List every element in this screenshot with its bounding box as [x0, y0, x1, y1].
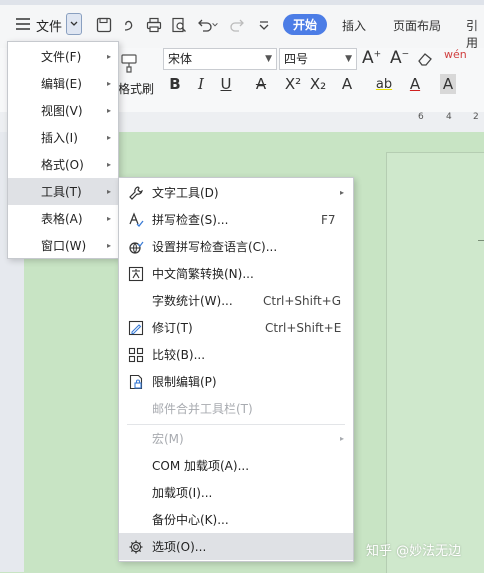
print-icon[interactable] [143, 14, 165, 36]
tools-item-options[interactable]: 选项(O)... [119, 533, 353, 560]
tools-item-spell-language[interactable]: 设置拼写检查语言(C)... [119, 233, 353, 260]
tools-item-track-changes[interactable]: 修订(T) Ctrl+Shift+E [119, 314, 353, 341]
file-dropdown-button[interactable] [66, 13, 82, 35]
font-color-icon[interactable]: A [406, 74, 424, 94]
gear-icon [128, 539, 144, 555]
tab-page-layout[interactable]: 页面布局 [393, 17, 441, 34]
tools-submenu: 文字工具(D) ▸ 拼写检查(S)... F7 设置拼写检查语言(C)... 中… [118, 177, 354, 562]
watermark: 知乎 @妙法无边 [366, 544, 462, 559]
file-menu-item-tools[interactable]: 工具(T) ▸ [8, 178, 118, 205]
tools-item-text-tools[interactable]: 文字工具(D) ▸ [119, 179, 353, 206]
ruler-mark: 6 [418, 112, 424, 122]
format-painter-icon[interactable] [118, 52, 140, 74]
restrict-edit-icon [128, 374, 144, 390]
tab-strip [0, 0, 484, 5]
ruler-mark: 2 [473, 112, 479, 122]
chevron-right-icon: ▸ [107, 79, 112, 88]
undo-dropdown-icon[interactable] [210, 14, 220, 36]
tools-item-word-count[interactable]: 字数统计(W)... Ctrl+Shift+G [119, 287, 353, 314]
chevron-right-icon: ▸ [107, 106, 112, 115]
file-menu-item-insert[interactable]: 插入(I) ▸ [8, 124, 118, 151]
underline-icon[interactable]: U [217, 74, 235, 94]
spell-check-icon [128, 211, 144, 228]
strikethrough-icon[interactable]: A [252, 74, 270, 94]
page-margin-mark [478, 240, 484, 241]
tab-references[interactable]: 引用 [466, 17, 484, 51]
tools-item-mail-merge-toolbar: 邮件合并工具栏(T) [152, 402, 253, 416]
bold-icon[interactable]: B [166, 74, 184, 94]
file-menu-item-view[interactable]: 视图(V) ▸ [8, 97, 118, 124]
chevron-right-icon: ▸ [340, 188, 345, 197]
wrench-icon [128, 185, 144, 201]
save-icon[interactable] [93, 14, 115, 36]
chevron-right-icon: ▸ [107, 187, 112, 196]
chevron-down-icon [70, 21, 78, 26]
print-preview-icon[interactable] [168, 14, 190, 36]
compare-icon [128, 347, 144, 363]
shrink-font-icon[interactable]: A− [390, 48, 409, 68]
phonetic-guide-icon[interactable]: wén [444, 48, 467, 61]
tools-item-backup-center[interactable]: 备份中心(K)... [119, 506, 353, 533]
subscript-icon[interactable]: X₂ [309, 74, 327, 94]
file-menu-item-format[interactable]: 格式(O) ▸ [8, 151, 118, 178]
chevron-right-icon: ▸ [107, 52, 112, 61]
chevron-right-icon: ▸ [107, 133, 112, 142]
font-size-value: 四号 [284, 52, 309, 66]
superscript-icon[interactable]: X² [284, 74, 302, 94]
tools-item-compare[interactable]: 比较(B)... [119, 341, 353, 368]
track-changes-icon [128, 320, 144, 336]
tools-item-addins[interactable]: 加载项(I)... [119, 479, 353, 506]
file-menu-item-edit[interactable]: 编辑(E) ▸ [8, 70, 118, 97]
character-shading-icon[interactable]: A [440, 74, 456, 94]
tab-start[interactable]: 开始 [283, 14, 327, 35]
chevron-right-icon: ▸ [107, 214, 112, 223]
font-name-value: 宋体 [168, 52, 193, 66]
format-painter-label[interactable]: 格式刷 [118, 80, 154, 97]
tools-item-restrict-editing[interactable]: 限制编辑(P) [119, 368, 353, 395]
tools-item-spell-check[interactable]: 拼写检查(S)... F7 [119, 206, 353, 233]
tools-item-com-addins[interactable]: COM 加载项(A)... [119, 452, 353, 479]
hamburger-menu-icon[interactable] [14, 15, 32, 33]
chevron-down-icon[interactable]: ▼ [345, 49, 352, 69]
text-effect-icon[interactable]: A [338, 74, 356, 94]
file-menu-item-window[interactable]: 窗口(W) ▸ [8, 232, 118, 259]
file-menu: 文件(F) ▸ 编辑(E) ▸ 视图(V) ▸ 插入(I) ▸ 格式(O) ▸ 工具(T)… [7, 41, 119, 259]
document-page[interactable] [386, 152, 484, 573]
font-size-combo[interactable]: 四号 ▼ [279, 48, 357, 70]
globe-spell-icon [128, 239, 144, 255]
font-name-combo[interactable]: 宋体 ▼ [163, 48, 277, 70]
chevron-right-icon: ▸ [340, 434, 345, 443]
chevron-right-icon: ▸ [107, 160, 112, 169]
highlight-color-icon[interactable]: ab [372, 74, 396, 94]
chevron-down-icon[interactable]: ▼ [265, 49, 272, 69]
convert-chinese-icon [128, 266, 144, 282]
ruler-mark: 4 [446, 112, 452, 122]
clear-format-icon[interactable] [416, 50, 434, 68]
file-menu-item-file[interactable]: 文件(F) ▸ [8, 43, 118, 70]
tools-item-chinese-conversion[interactable]: 中文简繁转换(N)... [119, 260, 353, 287]
tools-item-macro: 宏(M) ▸ [152, 432, 345, 446]
quick-access-more-icon[interactable] [253, 14, 275, 36]
file-menu-item-table[interactable]: 表格(A) ▸ [8, 205, 118, 232]
italic-icon[interactable]: I [192, 74, 210, 94]
undo-history-icon[interactable] [118, 14, 140, 36]
chevron-right-icon: ▸ [107, 241, 112, 250]
grow-font-icon[interactable]: A+ [362, 48, 381, 68]
redo-icon[interactable] [226, 14, 248, 36]
file-menu-button[interactable]: 文件 [36, 16, 62, 35]
tab-insert[interactable]: 插入 [342, 17, 366, 34]
